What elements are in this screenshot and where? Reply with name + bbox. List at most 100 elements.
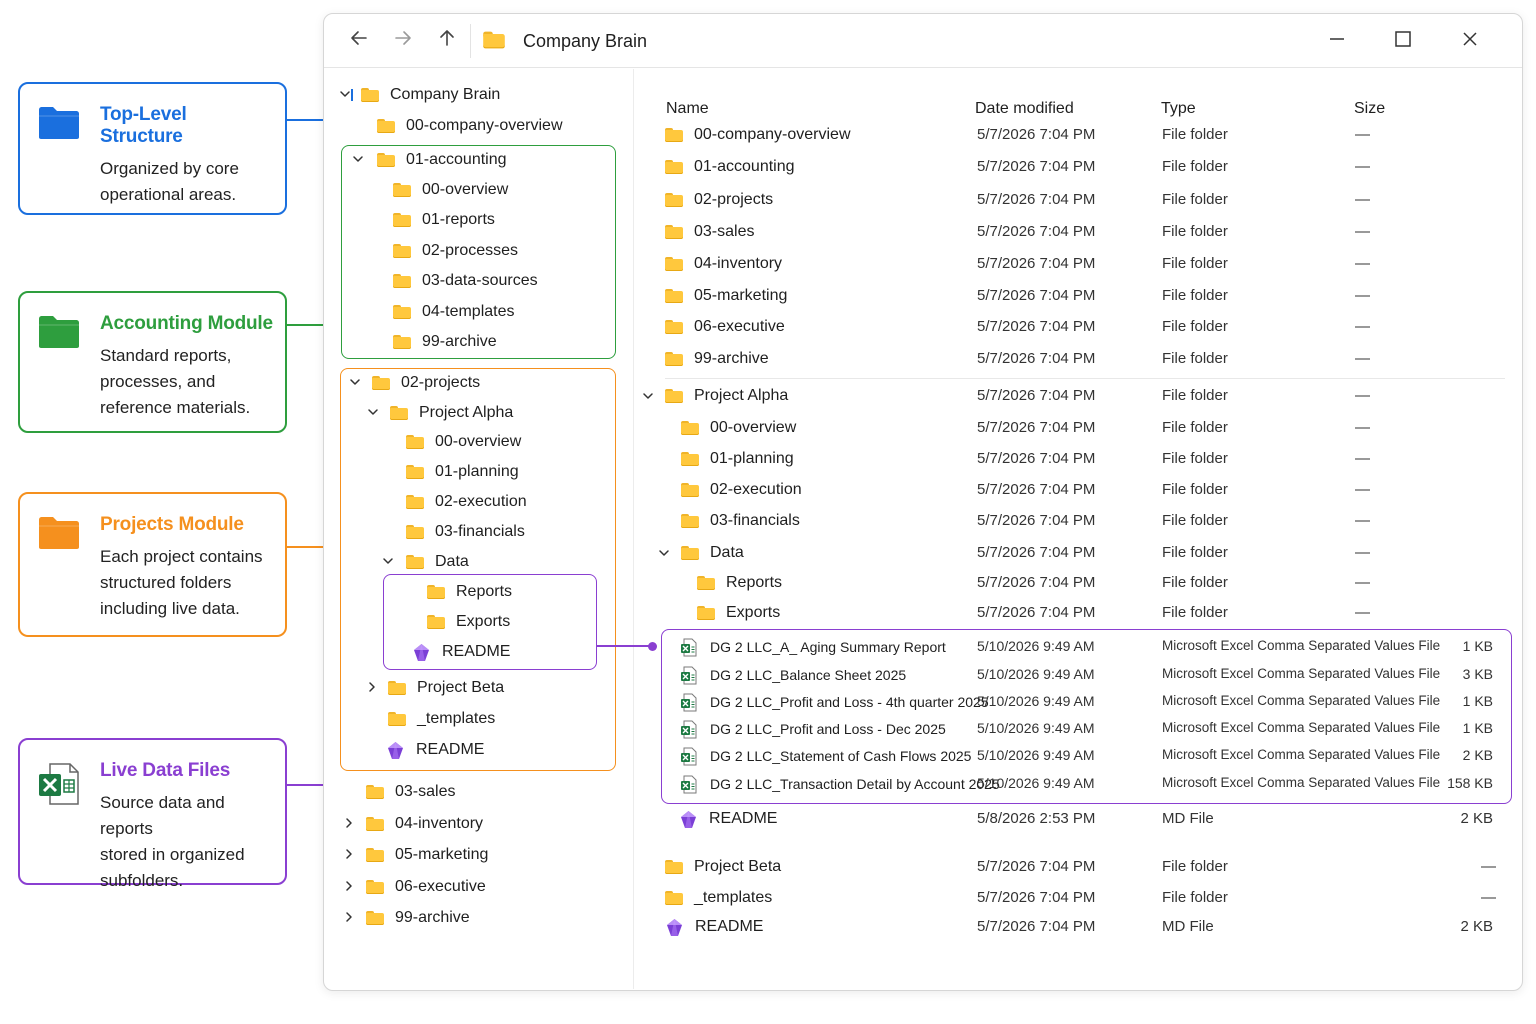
- chevron-down-icon[interactable]: [641, 389, 655, 406]
- file-row[interactable]: README: [666, 916, 763, 938]
- file-row[interactable]: 02-projects: [665, 189, 773, 211]
- folder-icon: [377, 119, 395, 133]
- file-row[interactable]: README: [680, 808, 777, 830]
- file-explorer-window: Company Brain Company Brain 00-company-ov…: [323, 13, 1523, 991]
- chevron-down-icon[interactable]: [338, 87, 352, 104]
- file-row[interactable]: 05-marketing: [665, 285, 787, 307]
- file-size: —: [1355, 126, 1370, 143]
- maximize-button[interactable]: [1388, 26, 1418, 56]
- file-row[interactable]: 01-planning: [681, 448, 794, 470]
- file-type: File folder: [1162, 158, 1228, 175]
- file-row[interactable]: Project Alpha: [665, 385, 788, 407]
- file-row[interactable]: 01-accounting: [665, 156, 795, 178]
- close-button[interactable]: [1455, 26, 1485, 56]
- selection-marker: [351, 89, 353, 101]
- tree-item-label: 04-inventory: [395, 815, 484, 832]
- callout-description: Organized by core operational areas.: [100, 156, 273, 208]
- file-row[interactable]: Exports: [697, 602, 780, 624]
- up-button[interactable]: [434, 28, 460, 54]
- file-date: 5/7/2026 7:04 PM: [977, 450, 1096, 467]
- folder-icon: [366, 911, 384, 925]
- tree-item[interactable]: 99-archive: [366, 907, 470, 929]
- minimize-button[interactable]: [1322, 26, 1352, 56]
- minimize-icon: [1330, 38, 1344, 40]
- callout-description-line: processes, and: [100, 372, 216, 391]
- forward-button[interactable]: [390, 28, 416, 54]
- file-row[interactable]: 99-archive: [665, 348, 769, 370]
- file-size: —: [1481, 889, 1496, 906]
- file-size: —: [1355, 419, 1370, 436]
- tree-item-label: 00-company-overview: [406, 117, 563, 134]
- file-list: Name Date modified Type Size 00-company-…: [635, 69, 1523, 989]
- chevron-down-icon[interactable]: [657, 546, 671, 563]
- tree-item[interactable]: 03-sales: [366, 781, 455, 803]
- callout-title: Top-Level Structure: [100, 104, 187, 147]
- file-type: File folder: [1162, 858, 1228, 875]
- file-size: 2 KB: [1460, 810, 1493, 827]
- file-date: 5/7/2026 7:04 PM: [977, 126, 1096, 143]
- tree-item[interactable]: 06-executive: [366, 876, 486, 898]
- file-name: Data: [710, 544, 744, 561]
- file-type: File folder: [1162, 512, 1228, 529]
- file-row[interactable]: 02-execution: [681, 479, 802, 501]
- file-type: MD File: [1162, 810, 1214, 827]
- file-date: 5/7/2026 7:04 PM: [977, 158, 1096, 175]
- projects-highlight-box: [340, 368, 616, 771]
- file-row[interactable]: 04-inventory: [665, 253, 782, 275]
- callout-title: Accounting Module: [100, 313, 273, 334]
- file-size: —: [1355, 604, 1370, 621]
- column-header-size[interactable]: Size: [1354, 100, 1385, 118]
- chevron-right-icon[interactable]: [342, 847, 356, 864]
- file-size: —: [1355, 450, 1370, 467]
- file-row[interactable]: 03-financials: [681, 510, 800, 532]
- folder-icon: [38, 315, 80, 354]
- file-row[interactable]: Project Beta: [665, 856, 781, 878]
- file-date: 5/7/2026 7:04 PM: [977, 255, 1096, 272]
- column-header-date[interactable]: Date modified: [975, 100, 1074, 118]
- file-name: 01-planning: [710, 450, 794, 467]
- file-date: 5/7/2026 7:04 PM: [977, 604, 1096, 621]
- tree-item[interactable]: 04-inventory: [366, 813, 483, 835]
- file-name: 02-execution: [710, 481, 802, 498]
- file-row[interactable]: Data: [681, 542, 744, 564]
- file-row[interactable]: 03-sales: [665, 221, 754, 243]
- chevron-right-icon[interactable]: [342, 816, 356, 833]
- chevron-right-icon[interactable]: [342, 879, 356, 896]
- chevron-right-icon[interactable]: [342, 910, 356, 927]
- file-date: 5/7/2026 7:04 PM: [977, 574, 1096, 591]
- excel-icon: [38, 762, 80, 811]
- file-name: 00-company-overview: [694, 126, 851, 143]
- file-size: —: [1355, 512, 1370, 529]
- file-type: File folder: [1162, 574, 1228, 591]
- file-type: File folder: [1162, 287, 1228, 304]
- file-date: 5/7/2026 7:04 PM: [977, 387, 1096, 404]
- arrow-left-icon: [351, 31, 367, 45]
- tree-item[interactable]: 00-company-overview: [377, 115, 563, 137]
- folder-icon: [366, 880, 384, 894]
- file-row[interactable]: Reports: [697, 572, 782, 594]
- back-button[interactable]: [346, 28, 372, 54]
- file-name: 01-accounting: [694, 158, 795, 175]
- tree-item[interactable]: 05-marketing: [366, 844, 488, 866]
- folder-icon: [665, 289, 683, 303]
- callout-title: Projects Module: [100, 514, 244, 535]
- file-name: 99-archive: [694, 350, 769, 367]
- file-row[interactable]: 06-executive: [665, 316, 785, 338]
- file-name: _templates: [694, 889, 773, 906]
- file-type: File folder: [1162, 126, 1228, 143]
- file-row[interactable]: _templates: [665, 887, 772, 909]
- file-type: File folder: [1162, 318, 1228, 335]
- file-size: —: [1355, 481, 1370, 498]
- file-row[interactable]: 00-overview: [681, 417, 796, 439]
- tree-item-label: 06-executive: [395, 878, 486, 895]
- accounting-highlight-box: [341, 145, 616, 359]
- toolbar-divider: [470, 24, 471, 58]
- callout-top-level-structure: Top-Level Structure Organized by core oper…: [18, 82, 287, 215]
- column-header-name[interactable]: Name: [666, 100, 709, 118]
- tree-item[interactable]: Company Brain: [361, 84, 500, 106]
- folder-icon: [665, 128, 683, 142]
- file-row[interactable]: 00-company-overview: [665, 124, 851, 146]
- folder-icon: [366, 848, 384, 862]
- file-size: —: [1355, 287, 1370, 304]
- column-header-type[interactable]: Type: [1161, 100, 1196, 118]
